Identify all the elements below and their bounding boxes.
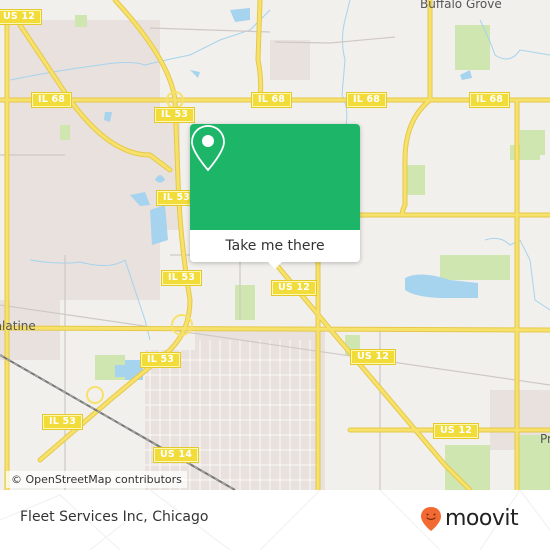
map[interactable]: US 12 IL 68 IL 68 IL 68 IL 68 IL 53 IL 5… — [0, 0, 550, 490]
route-shield-us12: US 12 — [270, 280, 318, 296]
footer: Fleet Services Inc, Chicago moovit — [0, 490, 550, 550]
route-shield-us12: US 12 — [349, 349, 397, 365]
map-attribution[interactable]: © OpenStreetMap contributors — [6, 471, 187, 488]
route-shield-us12: US 12 — [0, 9, 43, 25]
place-label-palatine: Palatine — [0, 319, 36, 333]
moovit-wordmark: moovit — [445, 506, 519, 531]
place-label-buffalo-grove: Buffalo Grove — [420, 0, 502, 11]
moovit-logo[interactable]: moovit — [420, 506, 519, 532]
route-shield-il53: IL 53 — [160, 270, 203, 286]
route-shield-il53: IL 53 — [139, 352, 182, 368]
destination-popup: Take me there — [190, 124, 360, 269]
route-shield-il68: IL 68 — [30, 92, 73, 108]
route-shield-us12: US 12 — [432, 423, 480, 439]
location-title: Fleet Services Inc, Chicago — [20, 509, 209, 525]
route-shield-il53: IL 53 — [153, 107, 196, 123]
place-label-prospect-heights: Prospect Heights — [540, 433, 550, 445]
popup-header — [190, 124, 360, 230]
route-shield-il68: IL 68 — [468, 92, 511, 108]
map-pin-icon — [191, 125, 225, 172]
route-shield-us14: US 14 — [152, 447, 200, 463]
popup-tail — [267, 261, 283, 269]
route-shield-il68: IL 68 — [345, 92, 388, 108]
route-shield-il68: IL 68 — [250, 92, 293, 108]
moovit-pin-icon — [421, 507, 441, 531]
route-shield-il53: IL 53 — [41, 414, 84, 430]
take-me-there-button[interactable]: Take me there — [190, 230, 360, 262]
